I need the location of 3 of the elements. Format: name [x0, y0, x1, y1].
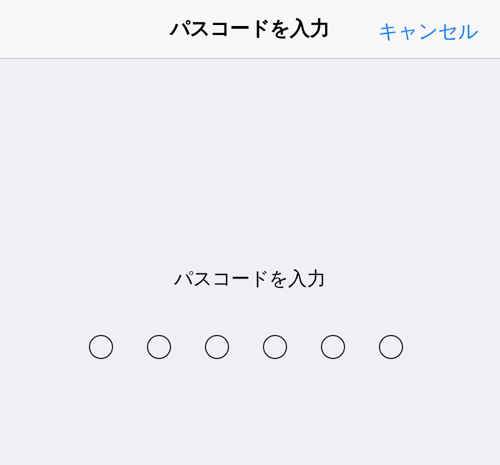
nav-title: パスコードを入力 [170, 17, 330, 42]
cancel-link[interactable]: キャンセル [378, 17, 478, 47]
passcode-prompt: パスコードを入力 [174, 268, 326, 292]
